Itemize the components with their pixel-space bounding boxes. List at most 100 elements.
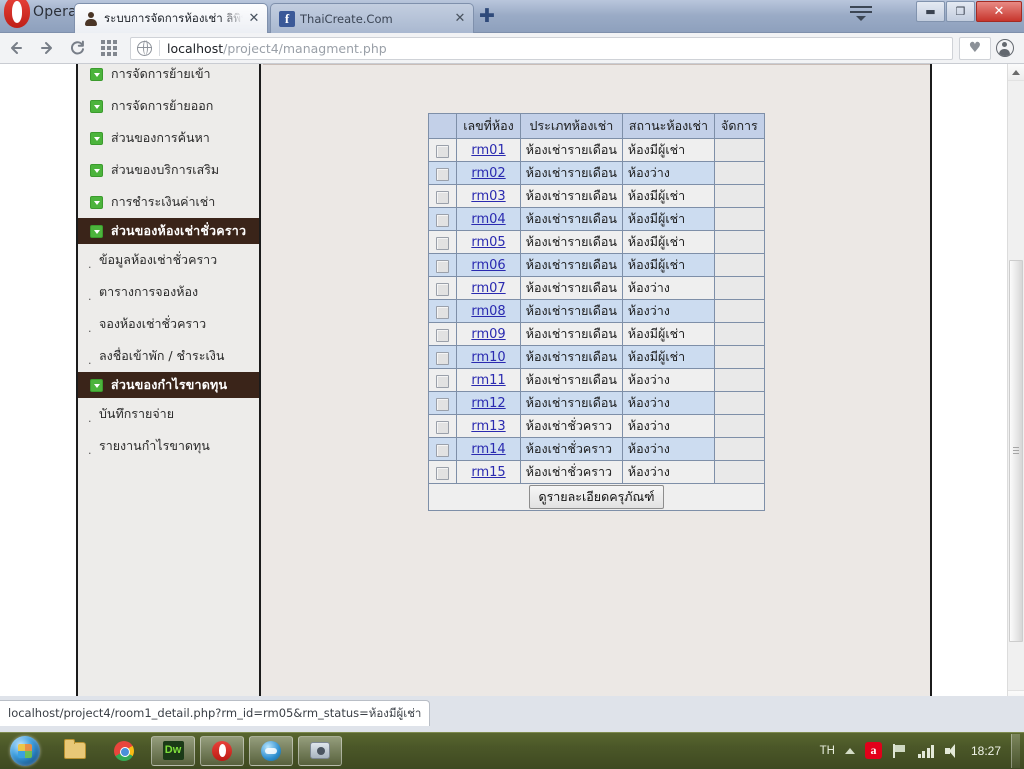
checkbox-icon[interactable]: [436, 305, 450, 319]
taskbar-item-explorer[interactable]: [53, 736, 97, 766]
room-id-cell[interactable]: rm08: [456, 299, 521, 323]
sidebar-item-rent-payment[interactable]: การชำระเงินค่าเช่า: [78, 186, 259, 218]
sidebar-item-booking-table[interactable]: . ตารางการจองห้อง: [78, 276, 259, 308]
row-checkbox-cell[interactable]: [428, 391, 458, 415]
apps-grid-icon[interactable]: [93, 33, 124, 64]
room-link[interactable]: rm05: [471, 235, 505, 250]
room-link[interactable]: rm10: [471, 350, 505, 365]
room-link[interactable]: rm09: [471, 327, 505, 342]
room-id-cell[interactable]: rm11: [456, 368, 521, 392]
checkbox-icon[interactable]: [436, 420, 450, 434]
room-link[interactable]: rm14: [471, 442, 505, 457]
checkbox-icon[interactable]: [436, 236, 450, 250]
room-link[interactable]: rm11: [471, 373, 505, 388]
room-id-cell[interactable]: rm13: [456, 414, 521, 438]
room-link[interactable]: rm01: [471, 143, 505, 158]
action-center-flag-icon[interactable]: [892, 743, 908, 758]
tab-close-icon[interactable]: ✕: [247, 11, 261, 26]
row-checkbox-cell[interactable]: [428, 437, 458, 461]
show-desktop-button[interactable]: [1011, 733, 1020, 768]
room-link[interactable]: rm15: [471, 465, 505, 480]
tab-room-management[interactable]: ระบบการจัดการห้องเช่า ลิพินั่ ✕: [74, 3, 268, 33]
room-link[interactable]: rm06: [471, 258, 505, 273]
room-link[interactable]: rm04: [471, 212, 505, 227]
checkbox-icon[interactable]: [436, 282, 450, 296]
sidebar-item-move-in[interactable]: การจัดการย้ายเข้า: [78, 64, 259, 90]
taskbar-item-messenger[interactable]: [249, 735, 293, 766]
taskbar-item-opera[interactable]: [200, 735, 244, 766]
room-id-cell[interactable]: rm15: [456, 460, 521, 484]
reload-button[interactable]: [62, 33, 93, 64]
row-checkbox-cell[interactable]: [428, 276, 458, 300]
network-icon[interactable]: [917, 744, 935, 758]
maximize-button[interactable]: ❐: [946, 1, 975, 22]
room-id-cell[interactable]: rm06: [456, 253, 521, 277]
start-button[interactable]: [2, 734, 48, 768]
sidebar-item-extra-services[interactable]: ส่วนของบริการเสริม: [78, 154, 259, 186]
close-button[interactable]: ✕: [976, 1, 1022, 22]
taskbar-item-chrome[interactable]: [102, 736, 146, 766]
checkbox-icon[interactable]: [436, 144, 450, 158]
sidebar-item-profit-loss-report[interactable]: . รายงานกำไรขาดทุน: [78, 430, 259, 462]
row-checkbox-cell[interactable]: [428, 299, 458, 323]
bookmark-button[interactable]: ♥: [959, 36, 991, 60]
room-id-cell[interactable]: rm10: [456, 345, 521, 369]
tab-close-icon[interactable]: ✕: [453, 11, 467, 26]
sidebar-item-move-out[interactable]: การจัดการย้ายออก: [78, 90, 259, 122]
taskbar-item-dreamweaver[interactable]: Dw: [151, 735, 195, 766]
row-checkbox-cell[interactable]: [428, 460, 458, 484]
profile-icon[interactable]: [996, 39, 1014, 57]
opera-menu-icon[interactable]: [850, 6, 872, 26]
taskbar-item-camera[interactable]: [298, 735, 342, 766]
checkbox-icon[interactable]: [436, 374, 450, 388]
avira-icon[interactable]: a: [864, 742, 882, 759]
checkbox-icon[interactable]: [436, 190, 450, 204]
room-link[interactable]: rm03: [471, 189, 505, 204]
forward-button[interactable]: [31, 33, 62, 64]
language-indicator[interactable]: TH: [820, 745, 835, 757]
opera-menu-label[interactable]: Opera: [33, 4, 77, 20]
checkbox-icon[interactable]: [436, 259, 450, 273]
checkbox-icon[interactable]: [436, 351, 450, 365]
row-checkbox-cell[interactable]: [428, 345, 458, 369]
sidebar-item-record-expenses[interactable]: . บันทึกรายจ่าย: [78, 398, 259, 430]
clock[interactable]: 18:27: [971, 744, 1001, 758]
room-id-cell[interactable]: rm01: [456, 138, 521, 162]
room-id-cell[interactable]: rm04: [456, 207, 521, 231]
checkbox-icon[interactable]: [436, 167, 450, 181]
room-link[interactable]: rm12: [471, 396, 505, 411]
sidebar-item-checkin-payment[interactable]: . ลงชื่อเข้าพัก / ชำระเงิน: [78, 340, 259, 372]
new-tab-button[interactable]: ✚: [479, 7, 495, 26]
back-button[interactable]: [0, 33, 31, 64]
room-link[interactable]: rm13: [471, 419, 505, 434]
room-id-cell[interactable]: rm12: [456, 391, 521, 415]
scrollbar-thumb[interactable]: [1009, 260, 1023, 642]
room-link[interactable]: rm02: [471, 166, 505, 181]
checkbox-icon[interactable]: [436, 328, 450, 342]
row-checkbox-cell[interactable]: [428, 322, 458, 346]
checkbox-icon[interactable]: [436, 397, 450, 411]
row-checkbox-cell[interactable]: [428, 207, 458, 231]
volume-icon[interactable]: [944, 743, 961, 758]
row-checkbox-cell[interactable]: [428, 161, 458, 185]
row-checkbox-cell[interactable]: [428, 368, 458, 392]
row-checkbox-cell[interactable]: [428, 414, 458, 438]
show-hidden-icons-icon[interactable]: [844, 747, 855, 754]
vertical-scrollbar[interactable]: [1007, 64, 1024, 707]
minimize-button[interactable]: ▬: [916, 1, 945, 22]
sidebar-item-search[interactable]: ส่วนของการค้นหา: [78, 122, 259, 154]
sidebar-item-temp-room-data[interactable]: . ข้อมูลห้องเช่าชั่วคราว: [78, 244, 259, 276]
room-id-cell[interactable]: rm07: [456, 276, 521, 300]
address-bar[interactable]: localhost/project4/managment.php: [130, 36, 953, 60]
room-id-cell[interactable]: rm14: [456, 437, 521, 461]
row-checkbox-cell[interactable]: [428, 138, 458, 162]
room-id-cell[interactable]: rm02: [456, 161, 521, 185]
row-checkbox-cell[interactable]: [428, 253, 458, 277]
view-equipment-details-button[interactable]: ดูรายละเอียดครุภัณฑ์: [529, 485, 664, 509]
tab-thaicreate[interactable]: f ThaiCreate.Com ✕: [270, 3, 474, 33]
room-id-cell[interactable]: rm09: [456, 322, 521, 346]
room-id-cell[interactable]: rm03: [456, 184, 521, 208]
sidebar-item-book-temp-room[interactable]: . จองห้องเช่าชั่วคราว: [78, 308, 259, 340]
checkbox-icon[interactable]: [436, 443, 450, 457]
checkbox-icon[interactable]: [436, 466, 450, 480]
